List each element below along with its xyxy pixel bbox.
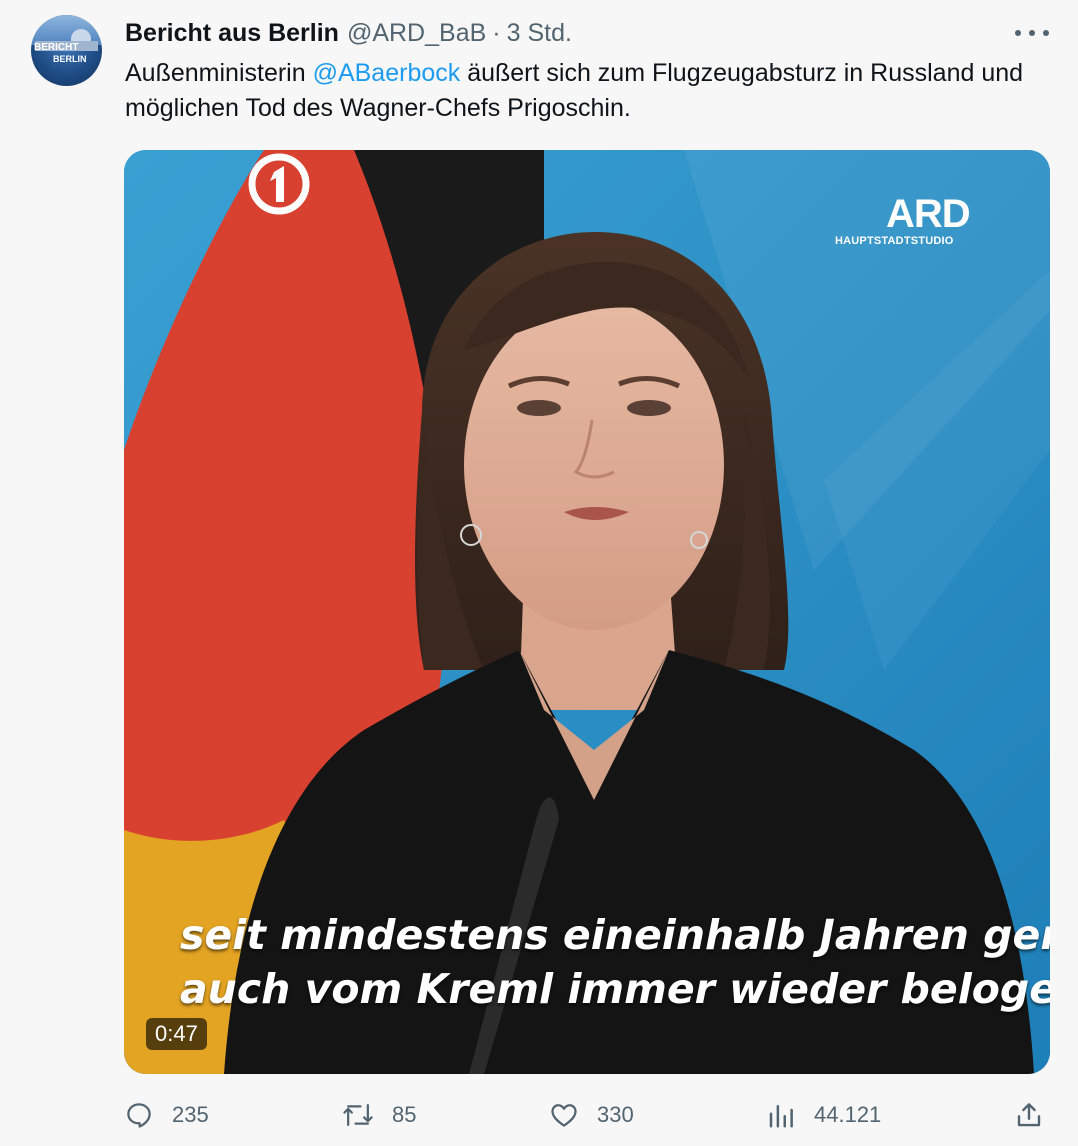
subtitle-line-2: auch vom Kreml immer wieder belogen <box>180 965 1050 1013</box>
views-count: 44.121 <box>814 1102 882 1127</box>
subtitle-line-1: seit mindestens eineinhalb Jahren gerade <box>180 911 1050 959</box>
avatar-text-line2: BERLIN <box>53 54 87 64</box>
ard-one-icon <box>248 153 310 215</box>
face <box>464 300 724 630</box>
avatar[interactable]: BERICHT BERLIN <box>31 15 102 86</box>
tweet-text-part1: Außenministerin <box>125 59 313 87</box>
more-icon[interactable] <box>1015 22 1049 44</box>
like-icon <box>551 1104 577 1127</box>
timestamp[interactable]: 3 Std. <box>507 19 572 48</box>
avatar-text-line1: BERICHT <box>34 42 79 53</box>
tweet-header: Bericht aus Berlin @ARD_BaB · 3 Std. <box>125 17 572 49</box>
share-icon <box>1017 1103 1041 1127</box>
video-player[interactable]: ARD HAUPTSTADTSTUDIO seit mindestens ein… <box>124 150 1050 1074</box>
tweet-text: Außenministerin @ABaerbock äußert sich z… <box>125 56 1025 126</box>
reply-button[interactable]: 235 <box>124 1095 209 1135</box>
more-dot <box>1029 30 1035 36</box>
video-duration: 0:47 <box>146 1018 207 1050</box>
video-subtitle: seit mindestens eineinhalb Jahren gerade… <box>180 908 1050 1016</box>
like-button[interactable]: 330 <box>549 1095 634 1135</box>
more-dot <box>1043 30 1049 36</box>
ard-logo-text: ARD <box>886 192 971 236</box>
views-button[interactable]: 44.121 <box>766 1095 881 1135</box>
action-bar: 235 85 330 44.121 <box>124 1095 1050 1135</box>
separator: · <box>492 18 501 47</box>
right-eye <box>627 400 671 416</box>
reply-count: 235 <box>172 1102 209 1127</box>
left-eye <box>517 400 561 416</box>
display-name[interactable]: Bericht aus Berlin <box>125 19 339 48</box>
ard-logo-subtext: HAUPTSTADTSTUDIO <box>835 235 954 247</box>
like-count: 330 <box>597 1102 634 1127</box>
mention-link[interactable]: @ABaerbock <box>313 59 461 87</box>
share-button[interactable] <box>1014 1095 1044 1135</box>
retweet-count: 85 <box>392 1102 417 1127</box>
user-handle[interactable]: @ARD_BaB <box>347 19 486 48</box>
views-icon <box>769 1105 793 1128</box>
reply-icon <box>127 1103 151 1128</box>
retweet-button[interactable]: 85 <box>342 1095 416 1135</box>
more-dot <box>1015 30 1021 36</box>
retweet-icon <box>343 1104 373 1126</box>
